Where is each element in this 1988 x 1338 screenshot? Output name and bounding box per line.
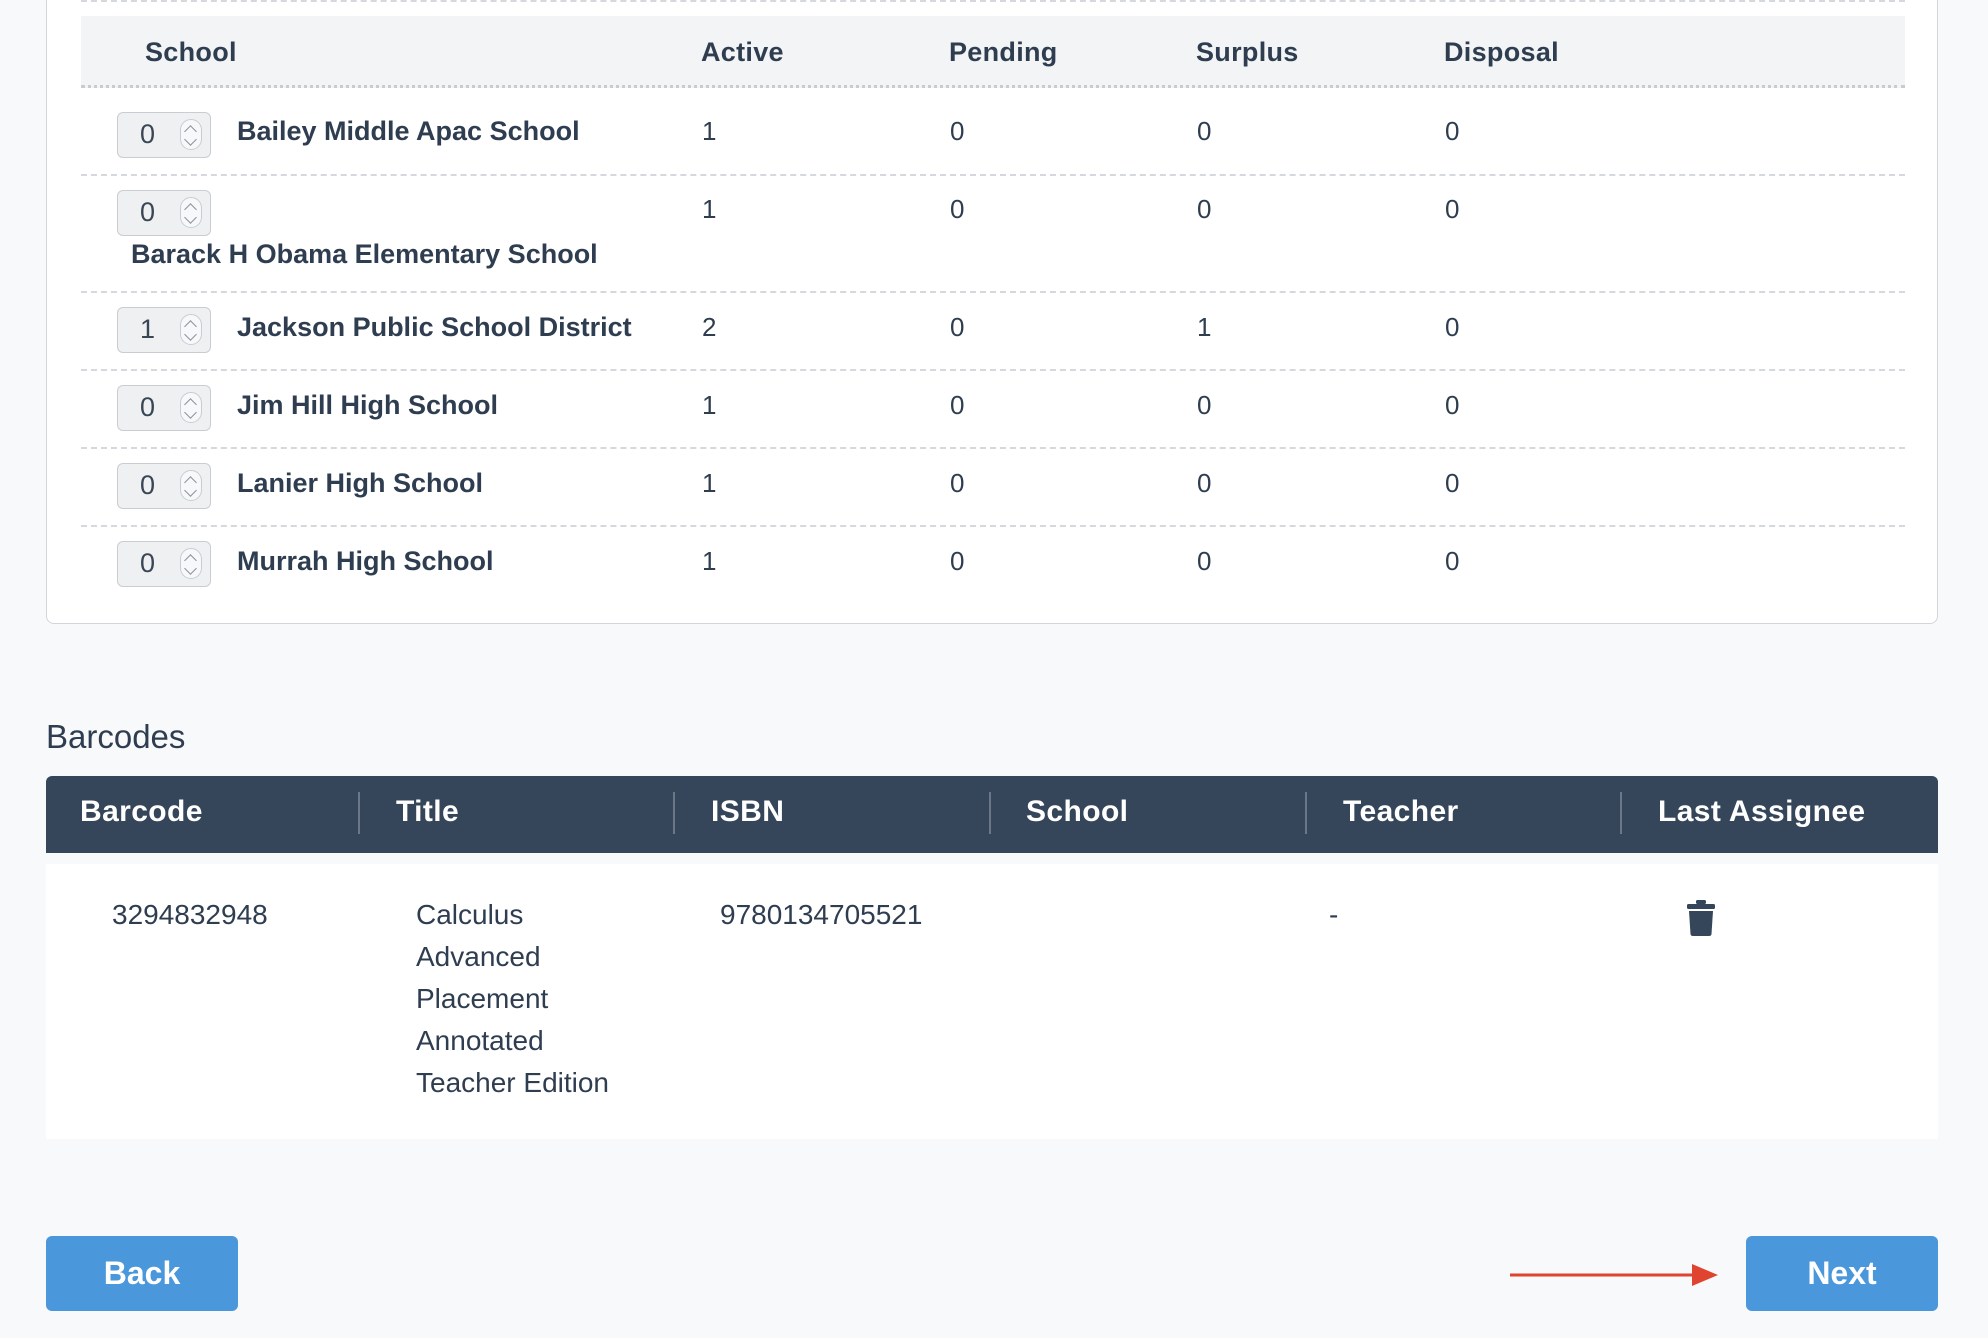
surplus-count: 0 (1197, 116, 1212, 146)
title-line: Advanced (416, 941, 541, 972)
disposal-count: 0 (1445, 194, 1460, 224)
pending-count: 0 (950, 194, 965, 224)
isbn-value: 9780134705521 (720, 899, 923, 930)
school-name: Murrah High School (237, 546, 494, 576)
surplus-count: 0 (1197, 468, 1212, 498)
spinner-arrows-icon[interactable] (180, 197, 202, 228)
table-row: 0 Bailey Middle Apac School 1 0 0 0 (81, 94, 1905, 176)
table-row: 0 Jim Hill High School 1 0 0 0 (81, 371, 1905, 449)
school-name: Bailey Middle Apac School (237, 116, 580, 146)
title-line: Placement (416, 983, 549, 1014)
quantity-stepper[interactable]: 0 (117, 112, 211, 158)
quantity-value: 1 (140, 314, 156, 344)
active-count: 2 (702, 312, 717, 342)
back-button[interactable]: Back (46, 1236, 238, 1311)
title-line: Annotated (416, 1025, 544, 1056)
quantity-value: 0 (140, 119, 156, 149)
header-title[interactable]: Title (396, 776, 459, 853)
surplus-count: 1 (1197, 312, 1212, 342)
pending-count: 0 (950, 546, 965, 576)
barcode-value: 3294832948 (112, 899, 268, 930)
header-school[interactable]: School (1026, 776, 1128, 853)
header-isbn[interactable]: ISBN (711, 776, 784, 853)
active-count: 1 (702, 468, 717, 498)
header-school: School (145, 37, 237, 67)
quantity-stepper[interactable]: 0 (117, 385, 211, 431)
title-value: Calculus Advanced Placement Annotated Te… (416, 894, 609, 1104)
quantity-value: 0 (140, 392, 156, 422)
table-row: 0 Murrah High School 1 0 0 0 (81, 527, 1905, 605)
school-name: Barack H Obama Elementary School (131, 239, 598, 269)
divider (81, 0, 1905, 2)
active-count: 1 (702, 116, 717, 146)
title-line: Teacher Edition (416, 1067, 610, 1098)
disposal-count: 0 (1445, 116, 1460, 146)
spinner-arrows-icon[interactable] (180, 314, 202, 345)
header-surplus: Surplus (1196, 37, 1299, 67)
column-divider (673, 792, 675, 834)
disposal-count: 0 (1445, 390, 1460, 420)
next-button[interactable]: Next (1746, 1236, 1938, 1311)
pending-count: 0 (950, 116, 965, 146)
quantity-value: 0 (140, 197, 156, 227)
schools-table-header: School Active Pending Surplus Disposal (81, 16, 1905, 88)
spinner-arrows-icon[interactable] (180, 470, 202, 501)
spinner-arrows-icon[interactable] (180, 119, 202, 150)
disposal-count: 0 (1445, 546, 1460, 576)
table-row: 3294832948 Calculus Advanced Placement A… (46, 864, 1938, 1139)
school-name: Jim Hill High School (237, 390, 499, 420)
active-count: 1 (702, 194, 717, 224)
barcodes-section-title: Barcodes (46, 718, 186, 755)
pending-count: 0 (950, 468, 965, 498)
active-count: 1 (702, 546, 717, 576)
school-name: Jackson Public School District (237, 312, 632, 342)
surplus-count: 0 (1197, 194, 1212, 224)
disposal-count: 0 (1445, 468, 1460, 498)
schools-card: School Active Pending Surplus Disposal 0… (46, 0, 1938, 624)
pending-count: 0 (950, 390, 965, 420)
column-divider (358, 792, 360, 834)
quantity-stepper[interactable]: 0 (117, 541, 211, 587)
quantity-stepper[interactable]: 1 (117, 307, 211, 353)
table-row: 1 Jackson Public School District 2 0 1 0 (81, 293, 1905, 371)
pending-count: 0 (950, 312, 965, 342)
header-last-assignee[interactable]: Last Assignee (1658, 776, 1866, 853)
quantity-value: 0 (140, 470, 156, 500)
header-disposal: Disposal (1444, 37, 1559, 67)
surplus-count: 0 (1197, 390, 1212, 420)
barcodes-table-header: Barcode Title ISBN School Teacher Last A… (46, 776, 1938, 853)
table-row: 0 Lanier High School 1 0 0 0 (81, 449, 1905, 527)
arrow-right-icon (1510, 1264, 1718, 1286)
column-divider (1620, 792, 1622, 834)
quantity-stepper[interactable]: 0 (117, 190, 211, 236)
disposal-count: 0 (1445, 312, 1460, 342)
title-line: Calculus (416, 899, 524, 930)
header-active: Active (701, 37, 784, 67)
surplus-count: 0 (1197, 546, 1212, 576)
column-divider (989, 792, 991, 834)
table-row: 0 Barack H Obama Elementary School 1 0 0… (81, 176, 1905, 293)
school-name: Lanier High School (237, 468, 484, 498)
header-teacher[interactable]: Teacher (1343, 776, 1459, 853)
trash-icon[interactable] (1687, 900, 1715, 936)
spinner-arrows-icon[interactable] (180, 548, 202, 579)
spinner-arrows-icon[interactable] (180, 392, 202, 423)
quantity-value: 0 (140, 548, 156, 578)
quantity-stepper[interactable]: 0 (117, 463, 211, 509)
header-barcode[interactable]: Barcode (80, 776, 203, 853)
column-divider (1305, 792, 1307, 834)
active-count: 1 (702, 390, 717, 420)
teacher-value: - (1329, 899, 1339, 930)
header-pending: Pending (949, 37, 1058, 67)
